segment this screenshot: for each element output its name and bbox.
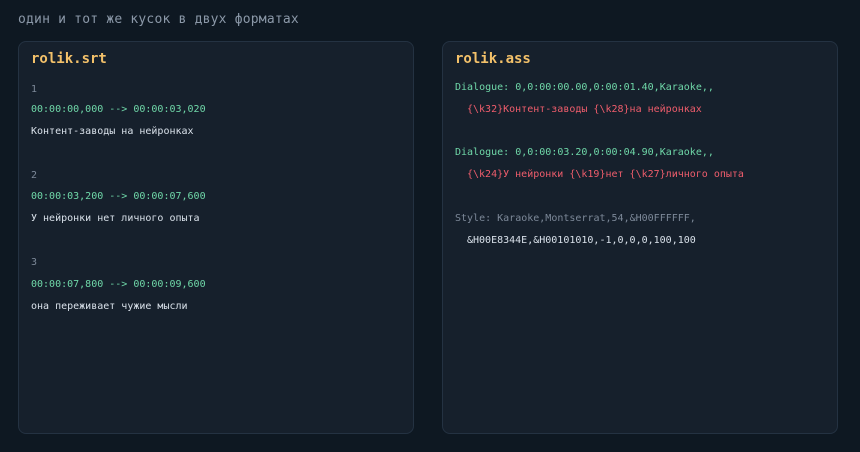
ass-panel: rolik.ass Dialogue: 0,0:00:00.00,0:00:01… bbox=[442, 41, 838, 434]
page-title: один и тот же кусок в двух форматах bbox=[18, 12, 299, 27]
ass-panel-title: rolik.ass bbox=[455, 51, 531, 67]
srt-cue-3-time: 00:00:07,800 --> 00:00:09,600 bbox=[31, 279, 206, 290]
ass-dialogue-2-text: {\k24}У нейронки {\k19}нет {\k27}личного… bbox=[467, 169, 744, 180]
srt-cue-1-index: 1 bbox=[31, 84, 38, 95]
srt-cue-1-time: 00:00:00,000 --> 00:00:03,020 bbox=[31, 104, 206, 115]
srt-panel: rolik.srt 1 00:00:00,000 --> 00:00:03,02… bbox=[18, 41, 414, 434]
ass-dialogue-1-text: {\k32}Контент-заводы {\k28}на нейронках bbox=[467, 104, 702, 115]
ass-dialogue-1-header: Dialogue: 0,0:00:00.00,0:00:01.40,Karaok… bbox=[455, 82, 714, 93]
ass-style-line-1: Style: Karaoke,Montserrat,54,&H00FFFFFF, bbox=[455, 213, 696, 224]
srt-cue-3-index: 3 bbox=[31, 257, 38, 268]
srt-cue-2-time: 00:00:03,200 --> 00:00:07,600 bbox=[31, 191, 206, 202]
srt-cue-3-text: она переживает чужие мысли bbox=[31, 301, 188, 312]
ass-dialogue-2-header: Dialogue: 0,0:00:03.20,0:00:04.90,Karaok… bbox=[455, 147, 714, 158]
srt-cue-1-text: Контент-заводы на нейронках bbox=[31, 126, 194, 137]
srt-panel-title: rolik.srt bbox=[31, 51, 107, 67]
ass-style-line-2: &H00E8344E,&H00101010,-1,0,0,0,100,100 bbox=[467, 235, 696, 246]
srt-cue-2-index: 2 bbox=[31, 170, 38, 181]
srt-cue-2-text: У нейронки нет личного опыта bbox=[31, 213, 200, 224]
